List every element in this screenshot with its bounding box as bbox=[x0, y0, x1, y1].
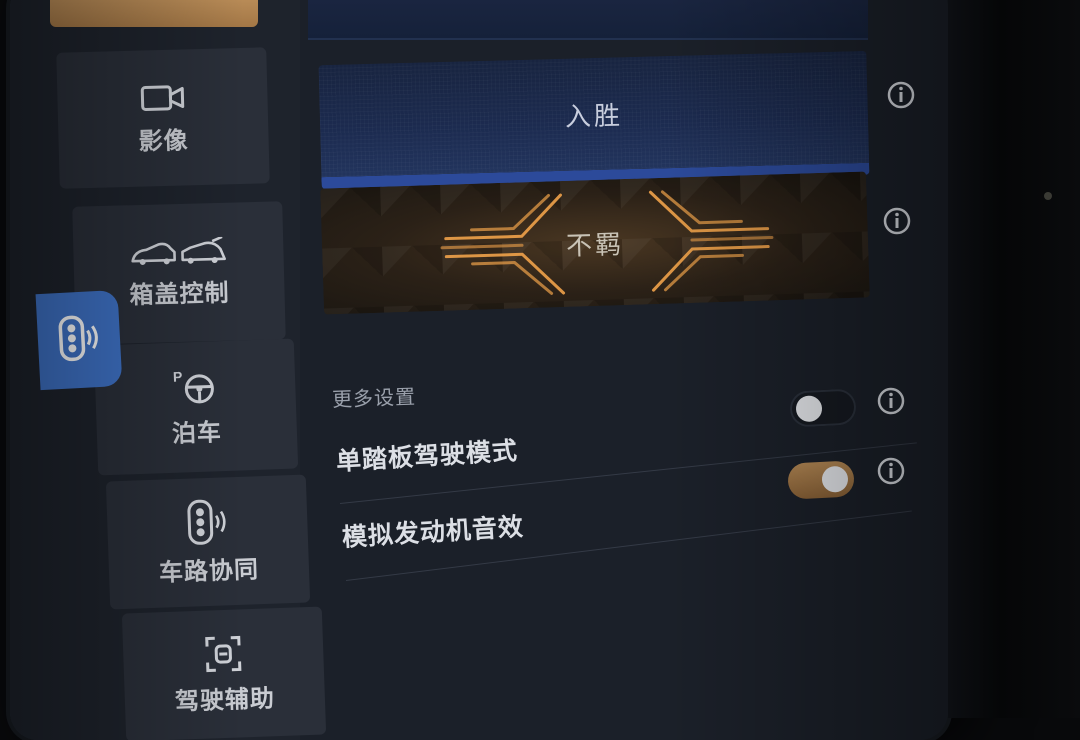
sidebar-item-label: 驾驶辅助 bbox=[174, 683, 276, 716]
toggle-knob bbox=[821, 465, 849, 493]
parking-wheel-icon: P bbox=[173, 366, 218, 408]
sidebar-item-driver-assist[interactable]: 驾驶辅助 bbox=[121, 606, 327, 740]
info-icon[interactable] bbox=[876, 456, 906, 486]
mode-card-gold[interactable]: 不羁 bbox=[320, 171, 870, 315]
setting-label-one-pedal: 单踏板驾驶模式 bbox=[335, 435, 519, 476]
dashboard-surround bbox=[948, 0, 1080, 718]
car-trunk-icon bbox=[128, 236, 229, 269]
toggle-knob bbox=[795, 395, 823, 423]
info-icon[interactable] bbox=[876, 386, 906, 416]
traffic-light-signal-icon bbox=[184, 498, 230, 546]
main-content: 入胜 不羁 更多设置 单踏板驾驶模式 模拟发动机音效 bbox=[300, 0, 940, 740]
mode-card-label: 不羁 bbox=[565, 229, 625, 262]
info-icon[interactable] bbox=[886, 80, 916, 110]
svg-text:P: P bbox=[173, 368, 183, 384]
sidebar-item-label: 箱盖控制 bbox=[129, 278, 230, 309]
camera-icon bbox=[139, 80, 186, 115]
sidebar-item-v2x[interactable]: 车路协同 bbox=[105, 474, 311, 610]
engine-sound-toggle[interactable] bbox=[787, 460, 855, 500]
traffic-light-signal-icon bbox=[54, 312, 105, 368]
one-pedal-toggle[interactable] bbox=[789, 388, 857, 428]
sidebar-item-label: 影像 bbox=[138, 125, 189, 156]
info-icon[interactable] bbox=[882, 206, 912, 236]
ambient-light-dot bbox=[1044, 192, 1052, 200]
previous-mode-card[interactable] bbox=[308, 0, 868, 40]
sidebar-item-camera[interactable]: 影像 bbox=[56, 47, 270, 189]
car-infotainment-screen: 影像 箱盖控制 P 泊车 车路协同 驾驶辅助 入胜 不羁 更多设置 单踏板驾驶模… bbox=[10, 0, 948, 740]
mode-card-blue[interactable]: 入胜 bbox=[318, 50, 870, 190]
active-tab-indicator[interactable] bbox=[35, 289, 123, 391]
driver-assist-icon bbox=[203, 633, 244, 674]
setting-label-engine-sound: 模拟发动机音效 bbox=[341, 511, 525, 552]
mode-card-label: 入胜 bbox=[564, 100, 624, 133]
sidebar-item-label: 车路协同 bbox=[158, 554, 260, 587]
section-title: 更多设置 bbox=[331, 384, 417, 412]
sidebar-item-previous-active[interactable] bbox=[50, 0, 258, 27]
sidebar-item-label: 泊车 bbox=[171, 417, 223, 448]
sidebar-item-parking[interactable]: P 泊车 bbox=[93, 338, 299, 476]
